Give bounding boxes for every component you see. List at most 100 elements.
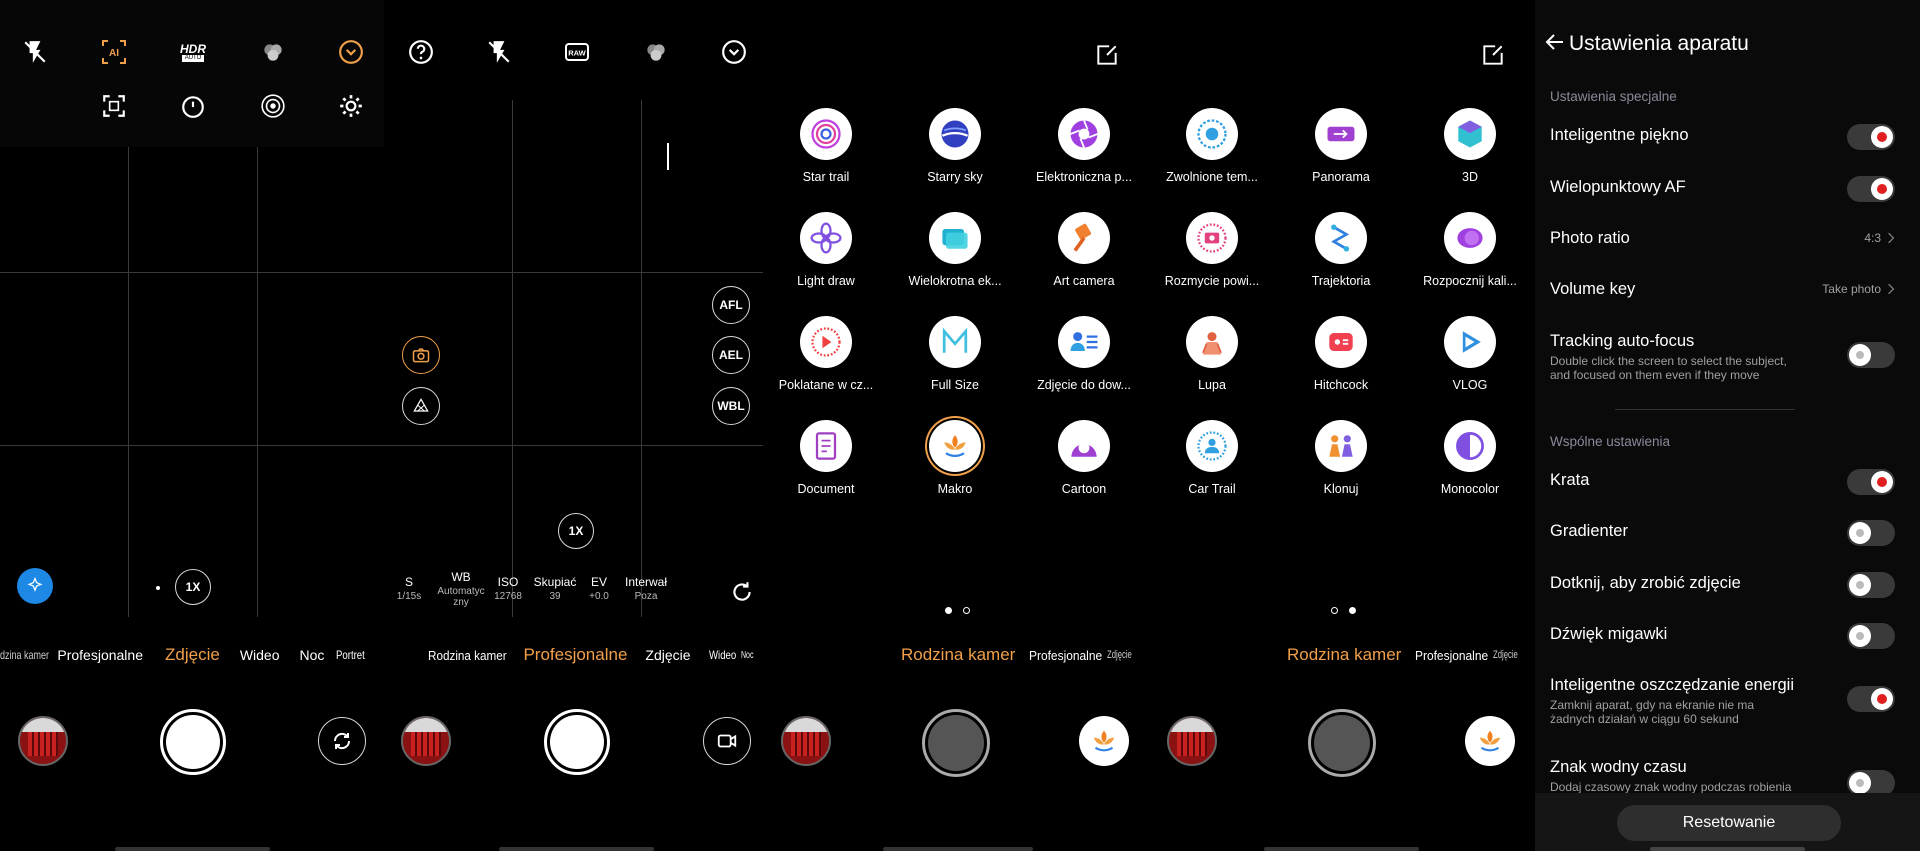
setting-grid[interactable]: Krata [1550, 469, 1895, 495]
help-icon[interactable] [406, 37, 436, 67]
app-trajectory[interactable]: Trajektoria [1281, 212, 1401, 288]
app-panorama[interactable]: Panorama [1281, 108, 1401, 184]
timer-icon[interactable] [178, 91, 208, 121]
app-light-draw[interactable]: Light draw [766, 212, 886, 288]
app-time-lapse[interactable]: Poklatane w cz... [766, 316, 886, 392]
param-wb[interactable]: WB Automatyczny [436, 570, 486, 608]
afl-button[interactable]: AFL [712, 286, 750, 324]
mode-tab-photo[interactable]: Zdjęcie [1493, 649, 1518, 661]
setting-multi-af[interactable]: Wielopunktowy AF [1550, 176, 1895, 202]
app-full-size[interactable]: Full Size [895, 316, 1015, 392]
mode-tab-pro[interactable]: Profesjonalne [1029, 648, 1102, 663]
app-clone[interactable]: Klonuj [1281, 420, 1401, 496]
param-focus[interactable]: Skupiać 39 [530, 575, 580, 602]
app-3d[interactable]: 3D [1410, 108, 1530, 184]
reset-button[interactable]: Resetowanie [1617, 805, 1841, 841]
param-interval[interactable]: Interwał Poza [619, 575, 673, 602]
filter-icon[interactable] [641, 37, 671, 67]
app-macro[interactable]: Makro [895, 420, 1015, 496]
aperture-toggle[interactable] [402, 387, 440, 425]
app-slow-motion[interactable]: Zwolnione tem... [1152, 108, 1272, 184]
current-mode-macro-icon[interactable] [1465, 716, 1515, 766]
app-car-trail[interactable]: Car Trail [1152, 420, 1272, 496]
param-iso[interactable]: ISO 12768 [490, 575, 526, 602]
setting-power-saving[interactable]: Inteligentne oszczędzanie energii Zamkni… [1550, 676, 1895, 726]
video-mode-button[interactable] [703, 717, 751, 765]
mode-tab-family[interactable]: Rodzina kamer [1287, 645, 1401, 665]
filter-icon[interactable] [258, 37, 288, 67]
param-shutter[interactable]: S 1/15s [394, 575, 424, 602]
ai-scene-badge[interactable] [17, 568, 53, 604]
page-dot-active[interactable] [945, 607, 952, 614]
ael-button[interactable]: AEL [712, 336, 750, 374]
app-document[interactable]: Document [766, 420, 886, 496]
gallery-thumbnail[interactable] [18, 716, 68, 766]
app-multi-exposure[interactable]: Wielokrotna ek... [895, 212, 1015, 288]
shutter-sound-toggle[interactable] [1847, 623, 1895, 649]
chevron-down-icon[interactable] [336, 37, 366, 67]
mode-tab-portrait[interactable]: Portret [336, 648, 365, 662]
app-art-camera[interactable]: Art camera [1024, 212, 1144, 288]
edit-icon[interactable] [1092, 40, 1122, 70]
mode-tab-photo[interactable]: Zdjęcie [165, 645, 220, 665]
setting-touch-shoot[interactable]: Dotknij, aby zrobić zdjęcie [1550, 572, 1895, 598]
flash-off-icon[interactable] [20, 37, 50, 67]
power-saving-toggle[interactable] [1847, 686, 1895, 712]
chevron-down-icon[interactable] [719, 37, 749, 67]
mode-tab-family[interactable]: dzina kamer [0, 648, 49, 662]
shutter-button[interactable] [160, 709, 226, 775]
back-arrow-icon[interactable] [1543, 30, 1567, 54]
app-id-photo[interactable]: Zdjęcie do dow... [1024, 316, 1144, 392]
param-ev[interactable]: EV +0.0 [584, 575, 614, 602]
gear-icon[interactable] [336, 91, 366, 121]
switch-camera-button[interactable] [318, 717, 366, 765]
shutter-button-disabled[interactable] [922, 709, 990, 777]
mode-tab-night[interactable]: Noc [741, 650, 753, 661]
mode-tab-photo[interactable]: Zdjęcie [645, 647, 690, 663]
setting-shutter-sound[interactable]: Dźwięk migawki [1550, 623, 1895, 649]
app-vlog[interactable]: VLOG [1410, 316, 1530, 392]
tracking-af-toggle[interactable] [1847, 342, 1895, 368]
hdr-icon[interactable]: HDR AUTO [178, 37, 208, 67]
app-electronic-aperture[interactable]: Elektroniczna p... [1024, 108, 1144, 184]
page-dot-active[interactable] [1349, 607, 1356, 614]
mode-tab-family[interactable]: Rodzina kamer [428, 648, 507, 663]
mode-tab-video[interactable]: Wideo [240, 647, 280, 663]
setting-tracking-af[interactable]: Tracking auto-focus Double click the scr… [1550, 332, 1895, 382]
multi-af-toggle[interactable] [1847, 176, 1895, 202]
mode-tab-pro[interactable]: Profesjonalne [1415, 648, 1488, 663]
app-star-trail[interactable]: Star trail [766, 108, 886, 184]
mode-tab-video[interactable]: Wideo [709, 648, 736, 662]
wbl-button[interactable]: WBL [712, 387, 750, 425]
mode-tab-night[interactable]: Noc [300, 647, 325, 663]
app-hitchcock[interactable]: Hitchcock [1281, 316, 1401, 392]
page-dot[interactable] [963, 607, 970, 614]
gradienter-toggle[interactable] [1847, 520, 1895, 546]
page-dot[interactable] [1331, 607, 1338, 614]
app-calibration[interactable]: Rozpocznij kali... [1410, 212, 1530, 288]
app-background-blur[interactable]: Rozmycie powi... [1152, 212, 1272, 288]
touch-shoot-toggle[interactable] [1847, 572, 1895, 598]
raw-icon[interactable]: RAW [562, 37, 592, 67]
setting-time-watermark[interactable]: Znak wodny czasu Dodaj czasowy znak wodn… [1550, 758, 1895, 796]
grid-toggle[interactable] [1847, 469, 1895, 495]
setting-volume-key[interactable]: Volume key Take photo [1550, 280, 1895, 299]
app-cartoon[interactable]: Cartoon [1024, 420, 1144, 496]
reset-params-icon[interactable] [727, 577, 757, 607]
zoom-button[interactable]: 1X [558, 513, 594, 549]
gallery-thumbnail[interactable] [781, 716, 831, 766]
gallery-thumbnail[interactable] [401, 716, 451, 766]
mode-tab-pro[interactable]: Profesjonalne [57, 647, 143, 663]
mode-tab-family[interactable]: Rodzina kamer [901, 645, 1015, 665]
setting-smart-beauty[interactable]: Inteligentne piękno [1550, 124, 1895, 150]
smart-beauty-toggle[interactable] [1847, 124, 1895, 150]
zoom-button[interactable]: 1X [175, 569, 211, 605]
shutter-button-disabled[interactable] [1308, 709, 1376, 777]
scan-icon[interactable] [99, 91, 129, 121]
gallery-thumbnail[interactable] [1167, 716, 1217, 766]
ai-icon[interactable]: AI [99, 37, 129, 67]
flash-off-icon[interactable] [484, 37, 514, 67]
photo-capture-toggle[interactable] [402, 336, 440, 374]
shutter-button[interactable] [544, 709, 610, 775]
mode-tab-pro[interactable]: Profesjonalne [523, 645, 627, 665]
